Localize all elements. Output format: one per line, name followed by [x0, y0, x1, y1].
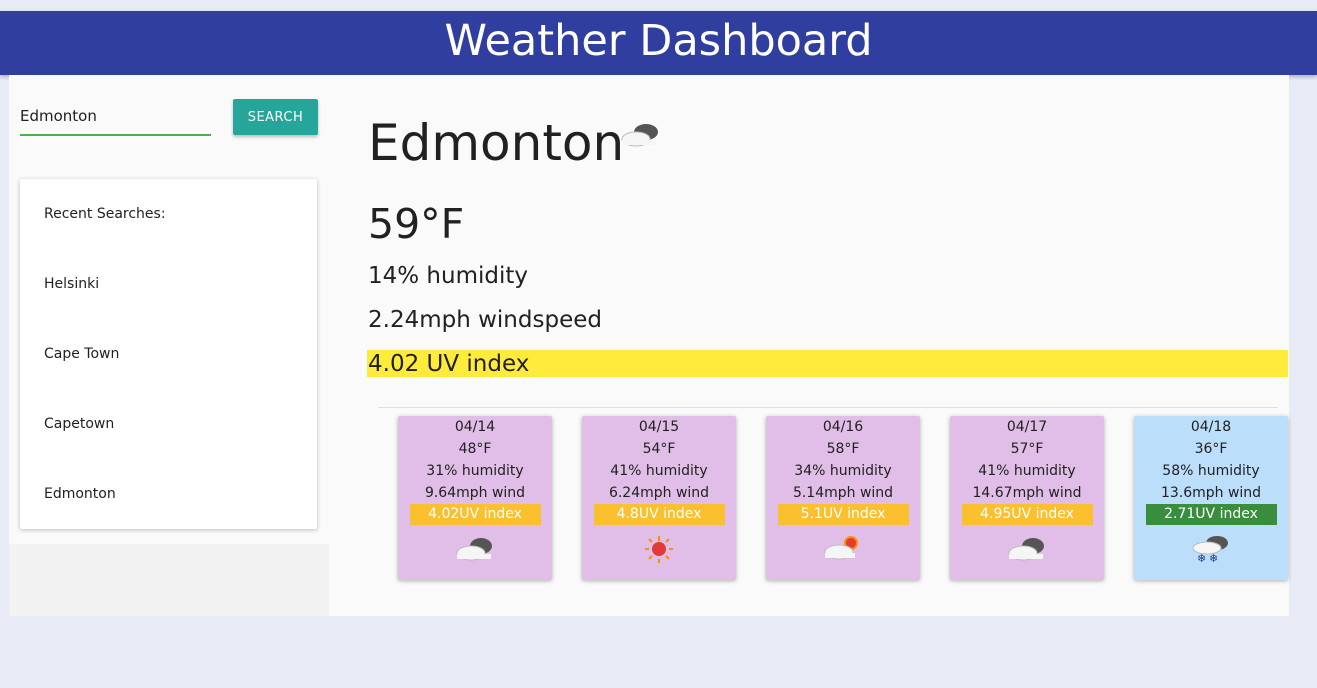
forecast-humidity: 41% humidity — [978, 463, 1076, 479]
svg-text:❄: ❄ — [1209, 552, 1218, 563]
forecast-card: 04/18 36°F 58% humidity 13.6mph wind 2.71UV … — [1134, 416, 1288, 580]
snow-icon: ❄ ❄ — [1192, 536, 1228, 563]
app-header: Weather Dashboard — [0, 11, 1317, 75]
forecast-uv-index: 4.02UV index — [409, 504, 541, 525]
forecast-uv-index: 5.1UV index — [777, 504, 909, 525]
search-button[interactable]: SEARCH — [233, 99, 318, 135]
forecast-temperature: 58°F — [826, 441, 860, 457]
sun-icon — [645, 536, 673, 563]
forecast-humidity: 31% humidity — [426, 463, 524, 479]
divider — [378, 407, 1278, 408]
forecast-temperature: 48°F — [458, 441, 492, 457]
forecast-date: 04/17 — [1006, 419, 1048, 435]
recent-search-item[interactable]: Cape Town — [44, 346, 119, 362]
forecast-humidity: 41% humidity — [610, 463, 708, 479]
recent-search-item[interactable]: Capetown — [44, 416, 114, 432]
recent-search-item[interactable]: Edmonton — [44, 486, 116, 502]
current-temperature: 59°F — [368, 200, 465, 248]
forecast-date: 04/15 — [638, 419, 680, 435]
forecast-card: 04/14 48°F 31% humidity 9.64mph wind 4.02UV … — [398, 416, 552, 580]
forecast-card: 04/15 54°F 41% humidity 6.24mph wind 4.8UV i… — [582, 416, 736, 580]
current-uv-index: 4.02 UV index — [368, 351, 530, 377]
svg-text:❄: ❄ — [1197, 552, 1206, 563]
forecast-wind: 5.14mph wind — [792, 485, 894, 501]
forecast-date: 04/18 — [1190, 419, 1232, 435]
forecast-card: 04/16 58°F 34% humidity 5.14mph wind 5.1UV i… — [766, 416, 920, 580]
partly-cloudy-icon — [824, 536, 858, 560]
forecast-wind: 9.64mph wind — [424, 485, 526, 501]
forecast-wind: 6.24mph wind — [608, 485, 710, 501]
forecast-date: 04/14 — [454, 419, 496, 435]
forecast-date: 04/16 — [822, 419, 864, 435]
cloudy-icon — [1008, 538, 1044, 561]
current-uv-bar: 4.02 UV index — [367, 350, 1288, 377]
cloudy-icon — [456, 538, 492, 561]
page-title: Weather Dashboard — [444, 16, 873, 66]
forecast-humidity: 34% humidity — [794, 463, 892, 479]
sidebar-background — [9, 544, 329, 616]
cloudy-icon — [621, 124, 658, 147]
recent-search-item[interactable]: Helsinki — [44, 276, 99, 292]
forecast-temperature: 57°F — [1010, 441, 1044, 457]
forecast-wind: 14.67mph wind — [972, 485, 1082, 501]
current-city: Edmonton — [368, 114, 625, 172]
forecast-uv-index: 4.8UV index — [593, 504, 725, 525]
forecast-wind: 13.6mph wind — [1160, 485, 1262, 501]
recent-searches-card: Recent Searches: Helsinki Cape Town Cape… — [20, 179, 317, 529]
forecast-card: 04/17 57°F 41% humidity 14.67mph wind 4.95UV… — [950, 416, 1104, 580]
forecast-temperature: 54°F — [642, 441, 676, 457]
recent-searches-title: Recent Searches: — [44, 206, 166, 222]
forecast-humidity: 58% humidity — [1162, 463, 1260, 479]
current-humidity: 14% humidity — [368, 263, 529, 289]
forecast-uv-index: 2.71UV index — [1145, 504, 1277, 525]
top-strip — [0, 0, 1317, 11]
current-windspeed: 2.24mph windspeed — [368, 307, 602, 333]
forecast-temperature: 36°F — [1194, 441, 1228, 457]
forecast-uv-index: 4.95UV index — [961, 504, 1093, 525]
search-input[interactable] — [20, 98, 211, 136]
